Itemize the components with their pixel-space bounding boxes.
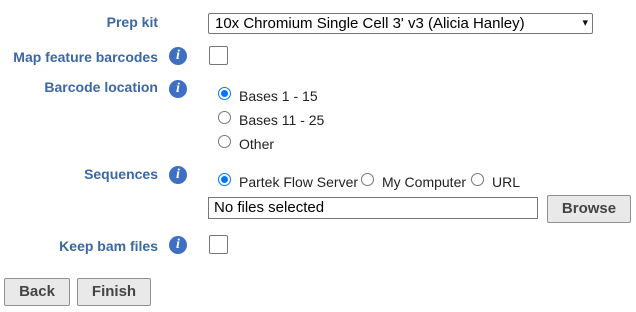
back-button[interactable]: Back — [4, 278, 70, 306]
info-icon[interactable]: i — [169, 47, 187, 65]
browse-button[interactable]: Browse — [547, 195, 631, 223]
info-icon[interactable]: i — [169, 236, 187, 254]
radio-url[interactable] — [471, 173, 484, 186]
option-bases-1-15-label: Bases 1 - 15 — [239, 88, 318, 104]
sequences-label: Sequences — [84, 166, 158, 182]
file-path-input[interactable]: No files selected — [208, 197, 538, 219]
source-url-label: URL — [492, 174, 521, 190]
finish-button[interactable]: Finish — [77, 278, 151, 306]
prep-kit-selected-value: 10x Chromium Single Cell 3' v3 (Alicia H… — [215, 15, 525, 32]
radio-partek-flow-server[interactable] — [218, 173, 231, 186]
radio-bases-1-15[interactable] — [218, 87, 231, 100]
radio-other[interactable] — [218, 135, 231, 148]
keep-bam-files-label: Keep bam files — [59, 238, 158, 254]
info-icon[interactable]: i — [169, 80, 187, 98]
source-partek-flow-server-label: Partek Flow Server — [239, 174, 359, 190]
option-bases-11-25-label: Bases 11 - 25 — [239, 112, 325, 128]
barcode-location-label: Barcode location — [44, 79, 158, 95]
prep-kit-select[interactable]: 10x Chromium Single Cell 3' v3 (Alicia H… — [208, 13, 593, 34]
source-my-computer-label: My Computer — [382, 174, 467, 190]
radio-bases-11-25[interactable] — [218, 111, 231, 124]
keep-bam-files-checkbox[interactable] — [209, 235, 228, 254]
chevron-down-icon: ▾ — [582, 17, 588, 29]
radio-my-computer[interactable] — [361, 173, 374, 186]
prep-kit-label: Prep kit — [106, 14, 158, 30]
info-icon[interactable]: i — [169, 166, 187, 184]
map-feature-barcodes-checkbox[interactable] — [209, 46, 228, 65]
map-feature-barcodes-label: Map feature barcodes — [13, 49, 158, 65]
option-other-label: Other — [239, 136, 275, 152]
